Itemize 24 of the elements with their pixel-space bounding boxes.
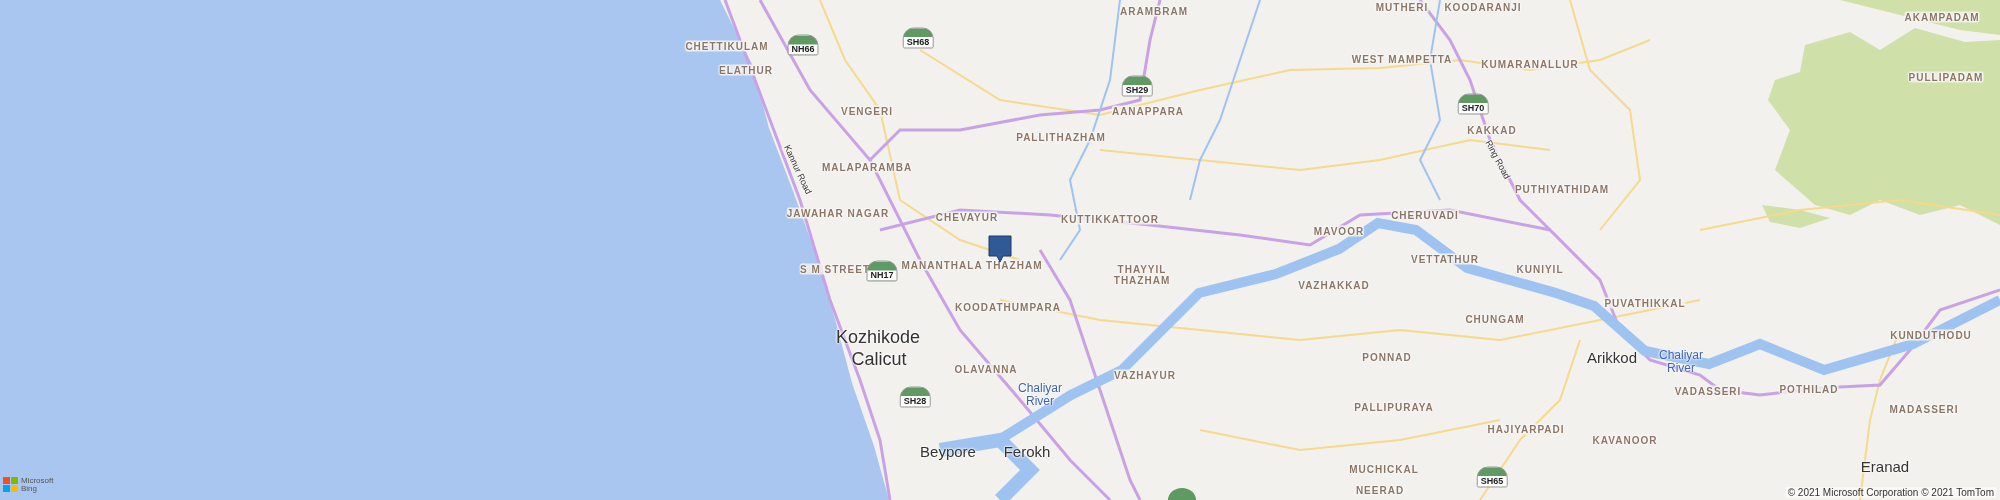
map-pin-icon[interactable] xyxy=(988,235,1012,263)
place-label: KUNIYIL xyxy=(1516,263,1564,275)
place-label: ELATHUR xyxy=(719,64,773,76)
river-label: Chaliyar River xyxy=(1017,381,1063,409)
place-label: Ferokh xyxy=(1003,443,1051,461)
place-label: Kozhikode xyxy=(835,328,921,348)
place-label: PULLIPADAM xyxy=(1908,71,1984,83)
place-label: WEST MAMPETTA xyxy=(1351,53,1453,65)
place-label: PUTHIYATHIDAM xyxy=(1514,183,1610,195)
place-label: Beypore xyxy=(920,443,976,461)
logo-text: Bing xyxy=(21,485,38,493)
place-label: Arikkod xyxy=(1587,349,1637,367)
place-label: POTHILAD xyxy=(1779,383,1839,395)
place-label: MUCHICKAL xyxy=(1349,463,1419,475)
place-label: MALAPARAMBA xyxy=(821,161,913,173)
attribution-text: © 2021 Microsoft Corporation © 2021 TomTom xyxy=(1785,487,1996,498)
place-label: Eranad xyxy=(1860,458,1910,476)
river-label: Chaliyar River xyxy=(1658,348,1704,376)
place-label: CHETTIKULAM xyxy=(685,40,769,52)
place-label: THAYYIL THAZHAM xyxy=(1112,264,1172,286)
place-label: Calicut xyxy=(851,350,907,370)
logo-text: Microsoft xyxy=(21,477,54,485)
place-label: PUVATHIKKAL xyxy=(1604,297,1686,309)
microsoft-logo-icon xyxy=(3,477,18,492)
